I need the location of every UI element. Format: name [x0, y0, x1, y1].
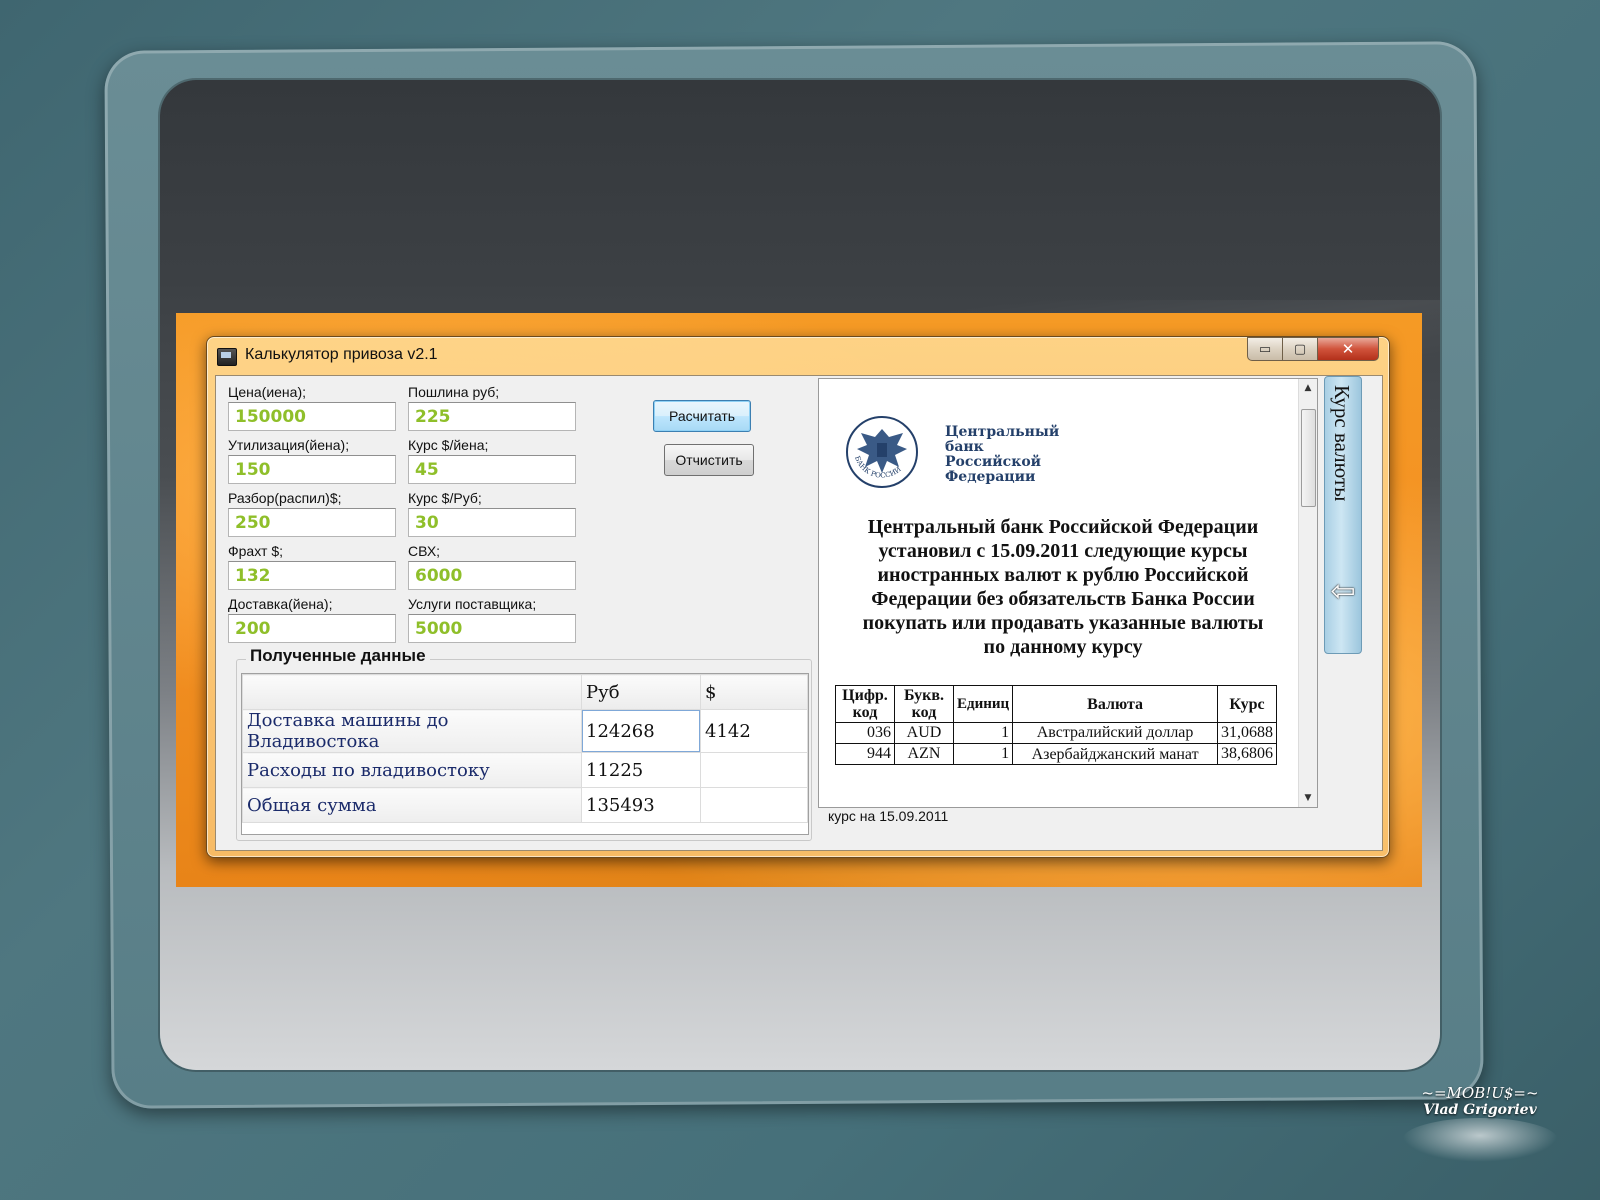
- author-watermark: ~=MOB!U$=~ Vlad Grigoriev: [1392, 1084, 1568, 1164]
- webview-scrollbar[interactable]: ▲ ▼: [1298, 379, 1317, 807]
- grid-header-row: Руб $: [242, 674, 808, 710]
- rates-cell: Азербайджанский манат: [1012, 743, 1218, 765]
- rates-cell: Австралийский доллар: [1012, 722, 1218, 744]
- grid-cell[interactable]: 124268: [581, 709, 701, 753]
- label-supplier: Услуги поставщика;: [408, 596, 537, 612]
- input-price[interactable]: 150000: [228, 402, 396, 431]
- grid-row-header[interactable]: Общая сумма: [242, 787, 582, 823]
- currency-webview[interactable]: БАНК РОССИИ Центральный банк Российской …: [818, 378, 1318, 808]
- currency-side-tab[interactable]: Курс валюты ⇦: [1324, 376, 1362, 654]
- grid-cell[interactable]: 135493: [581, 787, 701, 823]
- input-duty[interactable]: 225: [408, 402, 576, 431]
- table-row: Расходы по владивостоку 11225: [242, 752, 808, 788]
- label-disassembly: Разбор(распил)$;: [228, 490, 342, 506]
- label-freight: Фрахт $;: [228, 543, 284, 559]
- side-tab-label: Курс валюты: [1330, 385, 1354, 502]
- rate-date-status: курс на 15.09.2011: [828, 808, 949, 824]
- watermark-line2: Vlad Grigoriev: [1423, 1102, 1537, 1118]
- input-delivery[interactable]: 200: [228, 614, 396, 643]
- rates-table: Цифр. код Букв. код Единиц Валюта Курс 0…: [835, 685, 1277, 765]
- table-row: Общая сумма 135493: [242, 787, 808, 823]
- rates-cell: 31,0688: [1217, 722, 1277, 744]
- close-button[interactable]: ✕: [1317, 337, 1379, 361]
- scroll-up-icon[interactable]: ▲: [1299, 383, 1317, 393]
- app-icon: [217, 348, 237, 366]
- table-row: 036 AUD 1 Австралийский доллар 31,0688: [835, 722, 1277, 744]
- rates-header: Букв. код: [894, 685, 954, 723]
- input-usd-yen[interactable]: 45: [408, 455, 576, 484]
- table-row: 944 AZN 1 Азербайджанский манат 38,6806: [835, 743, 1277, 765]
- label-delivery: Доставка(йена);: [228, 596, 333, 612]
- rates-cell: 38,6806: [1217, 743, 1277, 765]
- bank-eagle-icon: БАНК РОССИИ: [846, 416, 918, 488]
- rates-header: Цифр. код: [835, 685, 895, 723]
- title-bar[interactable]: Калькулятор привоза v2.1 ▭ ▢ ✕: [207, 337, 1389, 375]
- input-freight[interactable]: 132: [228, 561, 396, 590]
- label-svh: СВХ;: [408, 543, 441, 559]
- rates-header: Валюта: [1012, 685, 1218, 723]
- maximize-icon: ▢: [1293, 341, 1307, 357]
- grid-cell[interactable]: [700, 752, 808, 788]
- rates-header-row: Цифр. код Букв. код Единиц Валюта Курс: [835, 685, 1277, 723]
- grid-cell[interactable]: 11225: [581, 752, 701, 788]
- grid-cell[interactable]: [700, 787, 808, 823]
- client-area: Цена(иена); 150000 Утилизация(йена); 150…: [215, 375, 1383, 851]
- minimize-icon: ▭: [1258, 341, 1272, 357]
- input-supplier[interactable]: 5000: [408, 614, 576, 643]
- grid-row-header[interactable]: Доставка машины до Владивостока: [242, 709, 582, 753]
- grid-header-corner: [242, 674, 582, 710]
- grid-row-header[interactable]: Расходы по владивостоку: [242, 752, 582, 788]
- rates-cell: 036: [835, 722, 895, 744]
- label-utilization: Утилизация(йена);: [228, 437, 350, 453]
- window-title: Калькулятор привоза v2.1: [245, 346, 438, 363]
- rates-cell: AUD: [894, 722, 954, 744]
- label-duty: Пошлина руб;: [408, 384, 500, 400]
- label-usd-yen: Курс $/йена;: [408, 437, 489, 453]
- watermark-line1: ~=MOB!U$=~: [1421, 1084, 1539, 1102]
- clear-button[interactable]: Отчистить: [664, 444, 754, 476]
- results-grid: Руб $ Доставка машины до Владивостока 12…: [241, 673, 809, 835]
- grid-header-usd[interactable]: $: [700, 674, 808, 710]
- bank-name: Центральный банк Российской Федерации: [945, 424, 1060, 485]
- rates-cell: AZN: [894, 743, 954, 765]
- grid-cell[interactable]: 4142: [700, 709, 808, 753]
- input-usd-rub[interactable]: 30: [408, 508, 576, 537]
- scroll-down-icon[interactable]: ▼: [1299, 793, 1317, 803]
- calculator-window: Калькулятор привоза v2.1 ▭ ▢ ✕ Цена(иена…: [206, 336, 1390, 858]
- label-price: Цена(иена);: [228, 384, 306, 400]
- rates-cell: 944: [835, 743, 895, 765]
- label-usd-rub: Курс $/Руб;: [408, 490, 482, 506]
- decree-text: Центральный банк Российской Федерации ус…: [862, 516, 1264, 658]
- results-title: Полученные данные: [246, 646, 430, 666]
- rates-header: Курс: [1217, 685, 1277, 723]
- grid-header-rub[interactable]: Руб: [581, 674, 701, 710]
- scrollbar-thumb[interactable]: [1301, 409, 1316, 507]
- rates-cell: 1: [952, 743, 1014, 765]
- input-disassembly[interactable]: 250: [228, 508, 396, 537]
- rates-cell: 1: [952, 722, 1014, 744]
- input-utilization[interactable]: 150: [228, 455, 396, 484]
- maximize-button[interactable]: ▢: [1282, 337, 1318, 361]
- minimize-button[interactable]: ▭: [1247, 337, 1283, 361]
- arrow-left-icon[interactable]: ⇦: [1328, 575, 1358, 609]
- table-row: Доставка машины до Владивостока 124268 4…: [242, 709, 808, 753]
- calculate-button[interactable]: Расчитать: [653, 400, 751, 432]
- input-svh[interactable]: 6000: [408, 561, 576, 590]
- rates-header: Единиц: [952, 685, 1014, 723]
- close-icon: ✕: [1341, 340, 1355, 358]
